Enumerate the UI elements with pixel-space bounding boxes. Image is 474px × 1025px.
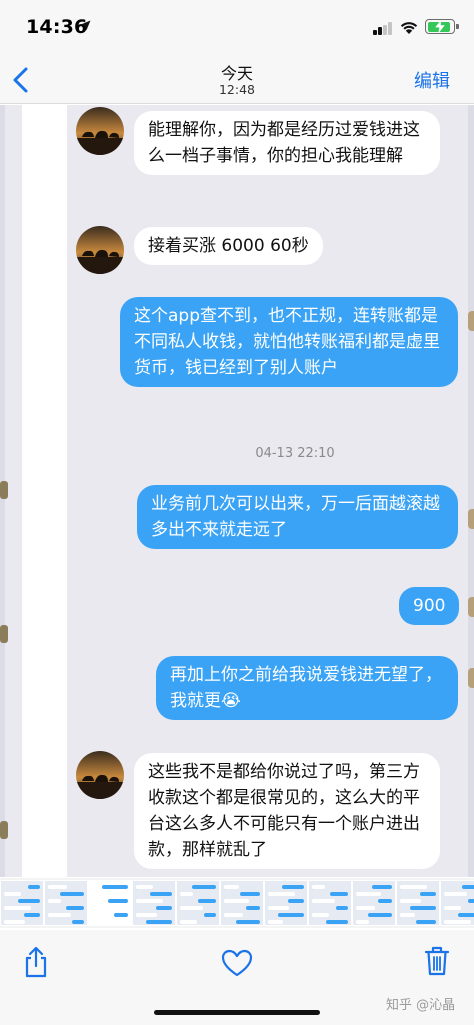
share-icon[interactable] [22,946,50,978]
home-indicator[interactable] [154,1010,320,1015]
navigation-bar: 今天 12:48 编辑 [0,56,474,104]
nav-title: 今天 [220,64,253,83]
status-time: 14:36 [26,16,88,38]
wifi-icon [400,22,418,34]
nav-subtitle: 12:48 [218,82,256,97]
photo-thumbnail[interactable] [352,880,396,926]
charging-bolt-icon [435,20,445,33]
photo-thumbnail[interactable] [176,880,220,926]
location-arrow-icon [80,20,91,31]
watermark: 知乎 @沁晶 [386,998,456,1013]
edit-button[interactable]: 编辑 [414,67,450,93]
photo-thumbnail[interactable] [396,880,440,926]
trash-icon[interactable] [424,945,450,977]
photo-thumbnail[interactable] [44,880,88,926]
chat-sidebar-strip [22,105,67,877]
contact-avatar [76,226,124,274]
chat-timestamp: 04-13 22:10 [255,446,335,461]
photo-thumbnail[interactable] [220,880,264,926]
own-avatar-fragment [468,509,474,529]
photo-thumbnail[interactable] [132,880,176,926]
bottom-toolbar: 知乎 @沁晶 [0,930,474,1025]
heart-icon[interactable] [221,949,253,977]
edge-avatar-fragment [0,481,8,499]
photo-thumbnail[interactable] [440,880,474,926]
battery-cap [456,24,459,29]
incoming-message: 这些我不是都给你说过了吗，第三方收款这个都是很常见的，这么大的平台这么多人不可能… [134,753,440,869]
outgoing-message: 这个app查不到，也不正规，连转账都是不同私人收钱，就怕他转账福利都是虚里货币，… [120,297,458,387]
status-bar: 14:36 [0,0,474,56]
next-photo-edge [468,105,474,877]
outgoing-message: 900 [399,587,460,625]
edge-avatar-fragment [0,821,8,839]
photo-thumbnail[interactable] [264,880,308,926]
cellular-signal-icon [373,22,393,35]
photo-thumbnail[interactable] [88,880,132,926]
photo-thumbnail[interactable] [0,880,44,926]
contact-avatar [76,751,124,799]
incoming-message: 能理解你，因为都是经历过爱钱进这么一档子事情，你的担心我能理解 [134,111,440,175]
outgoing-message: 业务前几次可以出来，万一后面越滚越多出不来就走远了 [137,485,458,549]
thumbnail-strip[interactable] [0,878,474,928]
edge-avatar-fragment [0,625,8,643]
own-avatar-fragment [468,668,474,688]
photo-thumbnail[interactable] [308,880,352,926]
own-avatar-fragment [468,597,474,617]
outgoing-message: 再加上你之前给我说爱钱进无望了，我就更😭 [156,656,458,720]
contact-avatar [76,107,124,155]
own-avatar-fragment [468,311,474,331]
photo-viewer[interactable]: 能理解你，因为都是经历过爱钱进这么一档子事情，你的担心我能理解 接着买涨 600… [0,105,474,877]
incoming-message: 接着买涨 6000 60秒 [134,227,323,265]
